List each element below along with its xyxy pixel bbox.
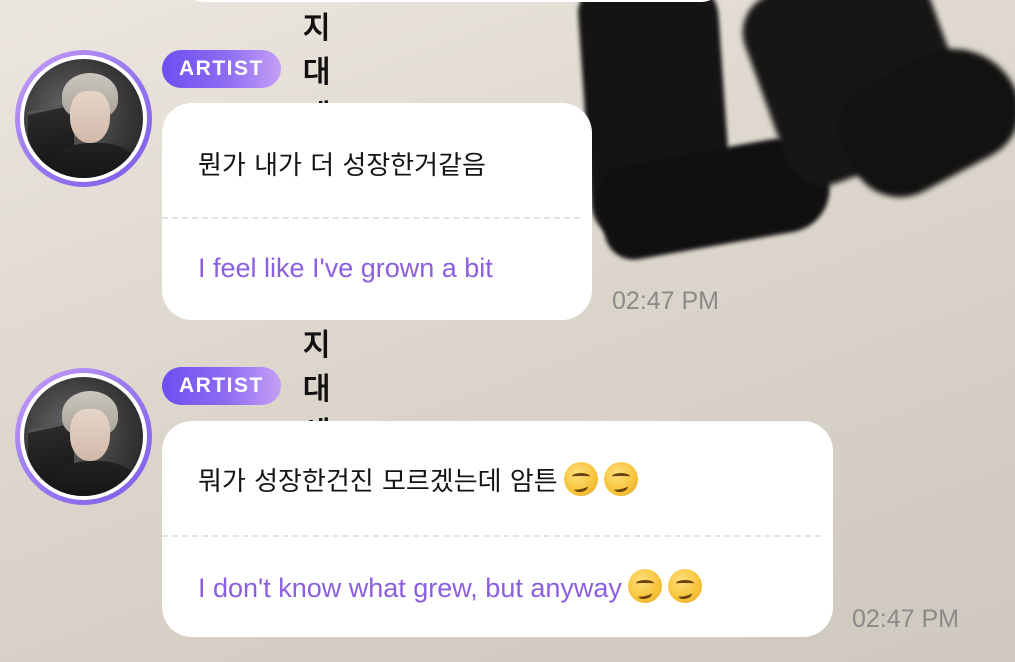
avatar[interactable] <box>15 50 152 187</box>
translation-divider <box>162 217 580 219</box>
woozy-face-emoji-icon <box>667 569 702 603</box>
artist-avatar-image <box>24 377 143 496</box>
message-header: ARTIST 지대세 <box>162 11 330 134</box>
message-translation-text: I don't know what grew, but anyway <box>198 573 622 603</box>
message-original-line: 뭐가 성장한건진 모르겠는데 암튼 <box>198 461 638 498</box>
message-translation-text: I feel like I've grown a bit <box>198 253 493 283</box>
translation-divider <box>162 535 821 537</box>
message-original-text: 뭐가 성장한건진 모르겠는데 암튼 <box>198 467 558 497</box>
message-original-text: 뭔가 내가 더 성장한거같음 <box>198 151 486 181</box>
avatar[interactable] <box>15 368 152 505</box>
artist-avatar-image <box>24 59 143 178</box>
message-translation-line: I don't know what grew, but anyway <box>198 569 702 604</box>
woozy-face-emoji-icon <box>627 569 662 603</box>
message-bubble[interactable]: 뭐가 성장한건진 모르겠는데 암튼 I don't know what grew… <box>162 421 833 637</box>
previous-message-bubble <box>185 0 720 2</box>
message-bubble[interactable]: 뭔가 내가 더 성장한거같음 I feel like I've grown a … <box>162 103 592 320</box>
artist-badge: ARTIST <box>162 367 281 405</box>
message-timestamp: 02:47 PM <box>612 287 720 315</box>
message-timestamp: 02:47 PM <box>852 605 960 633</box>
woozy-face-emoji-icon <box>563 462 598 496</box>
message-header: ARTIST 지대세 <box>162 328 330 451</box>
artist-badge: ARTIST <box>162 50 281 88</box>
woozy-face-emoji-icon <box>603 462 638 496</box>
